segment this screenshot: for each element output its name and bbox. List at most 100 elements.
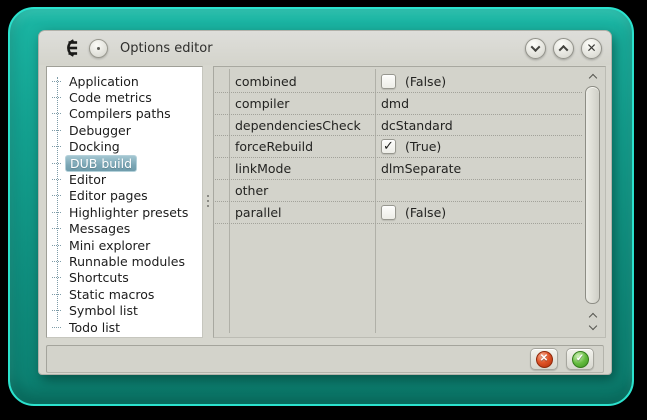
sidebar-item[interactable]: Messages [47,221,202,237]
property-row[interactable]: forceRebuild ✓ (True) [215,136,582,159]
sidebar-item[interactable]: Debugger [47,122,202,138]
checkbox[interactable] [381,204,396,220]
accept-check-icon: ✓ [571,350,589,368]
sidebar-item-label: Docking [69,139,120,155]
tree-branch-icon [52,244,61,246]
sidebar-item-label: Runnable modules [69,253,185,269]
titlebar[interactable]: Options editor ✕ [39,31,611,65]
sidebar-item-label: Todo list [69,319,121,335]
window-controls: ✕ [525,37,602,59]
sidebar-item-label: Shortcuts [69,270,129,286]
sidebar-item-label: Highlighter presets [69,204,189,220]
sidebar-item-label: Debugger [69,122,131,138]
window-menu-button[interactable] [89,38,108,58]
property-row[interactable]: combined (False) [215,71,582,93]
property-value-text: dlmSeparate [381,161,462,177]
sidebar-item-label: Symbol list [69,303,138,319]
sidebar-item[interactable]: Application [47,73,202,89]
scroll-up-button[interactable] [584,70,601,83]
sidebar-item[interactable]: Runnable modules [47,253,202,269]
checkbox[interactable]: ✓ [381,139,396,155]
chevron-down-icon [588,321,597,331]
property-value[interactable]: (False) [381,202,446,223]
tree-branch-icon [52,129,61,131]
property-value-text: (True) [405,139,442,155]
property-row[interactable]: linkMode dlmSeparate [215,158,582,180]
property-row[interactable]: dependenciesCheck dcStandard [215,115,582,137]
chevron-up-icon [588,73,597,83]
tree-branch-icon [52,293,61,295]
property-value-text: dmd [381,95,410,111]
sidebar-item-label: Compilers paths [69,106,171,122]
property-value-text: (False) [405,74,447,89]
tree-branch-icon [52,260,61,262]
sidebar-item-label: Messages [69,221,131,237]
property-value[interactable]: (False) [381,71,446,92]
tree-branch-icon [52,211,61,213]
property-row[interactable]: parallel (False) [215,202,582,224]
sidebar-item-label: Application [69,73,139,89]
chevron-down-icon [530,41,541,52]
chevron-up-icon [558,44,569,55]
property-name: linkMode [235,161,292,177]
property-name: forceRebuild [235,139,314,155]
property-row[interactable]: other [215,180,582,202]
property-value[interactable]: dcStandard [381,115,453,136]
tree-branch-icon [52,146,61,148]
sidebar-item[interactable]: Symbol list [47,302,202,318]
property-name: compiler [235,95,290,111]
sidebar-item-label: Static macros [69,286,155,302]
chevron-up-icon [588,312,597,322]
property-value[interactable]: dlmSeparate [381,158,461,179]
category-items: Application Code metrics Compilers paths… [47,67,202,335]
sidebar-item[interactable]: Mini explorer [47,237,202,253]
tree-branch-icon [52,228,61,230]
tree-branch-icon [52,179,61,181]
splitter[interactable] [204,66,212,338]
property-rows: combined (False) compiler dmd dependenci… [215,71,582,224]
shade-button[interactable] [525,37,546,59]
property-value[interactable]: dmd [381,93,409,114]
cancel-x-icon: ✕ [535,350,553,368]
sidebar-item[interactable]: Docking [47,139,202,155]
vertical-scrollbar[interactable] [584,70,601,334]
sidebar-item[interactable]: Compilers paths [47,106,202,122]
property-name: other [235,182,269,198]
cancel-button[interactable]: ✕ [530,348,558,370]
tree-branch-icon [52,162,61,164]
coedit-logo-icon [67,39,78,57]
tree-branch-icon [52,310,61,312]
property-value-text: dcStandard [381,117,453,133]
close-icon: ✕ [586,41,597,55]
maximize-button[interactable] [553,37,574,59]
property-value-text: (False) [405,204,447,220]
property-grid: combined (False) compiler dmd dependenci… [213,66,606,338]
splitter-grip-icon [207,195,209,209]
footer-bar: ✕ ✓ [46,345,604,373]
sidebar-item[interactable]: Static macros [47,286,202,302]
property-value[interactable]: ✓ (True) [381,136,441,157]
sidebar-item-label: Code metrics [69,90,152,106]
sidebar-item-label: DUB build [65,154,138,172]
sidebar-item[interactable]: Todo list [47,319,202,335]
sidebar-item-label: Editor pages [69,188,148,204]
sidebar-item[interactable]: Code metrics [47,89,202,105]
close-button[interactable]: ✕ [581,37,602,59]
category-list: Application Code metrics Compilers paths… [46,66,203,338]
scrollbar-thumb[interactable] [585,86,600,304]
property-name: parallel [235,204,282,220]
accept-button[interactable]: ✓ [566,348,594,370]
menu-dot-icon [97,46,100,50]
sidebar-item[interactable]: Highlighter presets [47,204,202,220]
scroll-down-button[interactable] [584,321,601,334]
window-title: Options editor [120,40,213,56]
tree-branch-icon [52,97,61,99]
sidebar-item-label: Editor [69,172,106,188]
sidebar-item[interactable]: Editor [47,171,202,187]
tree-branch-icon [52,326,61,328]
checkbox[interactable] [381,74,396,89]
sidebar-item[interactable]: Shortcuts [47,270,202,286]
sidebar-item[interactable]: Editor pages [47,188,202,204]
property-row[interactable]: compiler dmd [215,93,582,115]
sidebar-item[interactable]: DUB build [47,154,202,172]
